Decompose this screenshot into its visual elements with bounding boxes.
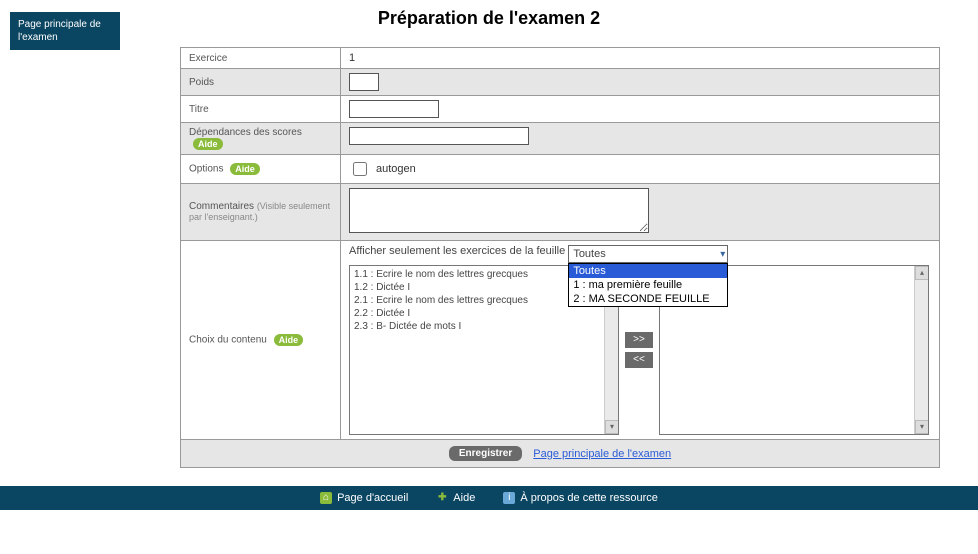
nav-main-page-button[interactable]: Page principale de l'examen	[10, 12, 120, 50]
scroll-up-icon[interactable]: ▴	[915, 266, 929, 280]
filter-label: Afficher seulement les exercices de la f…	[349, 245, 565, 257]
filter-selected-value: Toutes	[573, 248, 605, 260]
save-button[interactable]: Enregistrer	[449, 446, 522, 461]
footer-home-label: Page d'accueil	[337, 492, 408, 504]
home-icon: ⌂	[320, 492, 332, 504]
label-exercice: Exercice	[181, 48, 341, 69]
autogen-checkbox[interactable]	[353, 162, 367, 176]
footer-help-link[interactable]: ✚ Aide	[436, 492, 475, 504]
commentaires-textarea[interactable]	[349, 188, 649, 233]
scroll-down-icon[interactable]: ▾	[605, 420, 619, 434]
label-options: Options	[189, 164, 223, 175]
footer-about-link[interactable]: i À propos de cette ressource	[503, 492, 658, 504]
help-badge-options[interactable]: Aide	[230, 163, 260, 175]
label-titre: Titre	[181, 96, 341, 123]
footer-bar: ⌂ Page d'accueil ✚ Aide i À propos de ce…	[0, 486, 978, 510]
titre-input[interactable]	[349, 100, 439, 118]
poids-input[interactable]	[349, 73, 379, 91]
help-badge-contenu[interactable]: Aide	[274, 334, 304, 346]
listbox-scrollbar[interactable]: ▴ ▾	[914, 266, 928, 434]
chevron-down-icon: ▾	[720, 249, 725, 260]
footer-home-link[interactable]: ⌂ Page d'accueil	[320, 492, 408, 504]
scroll-down-icon[interactable]: ▾	[915, 420, 929, 434]
footer-about-label: À propos de cette ressource	[520, 492, 658, 504]
autogen-label: autogen	[376, 163, 416, 175]
filter-option[interactable]: 1 : ma première feuille	[569, 278, 727, 292]
label-poids: Poids	[181, 69, 341, 96]
move-left-button[interactable]: <<	[625, 352, 653, 368]
help-icon: ✚	[436, 492, 448, 504]
label-commentaires: Commentaires	[189, 201, 254, 212]
filter-select[interactable]: Toutes ▾	[568, 245, 728, 263]
filter-option[interactable]: 2 : MA SECONDE FEUILLE	[569, 292, 727, 306]
list-item[interactable]: 2.3 : B- Dictée de mots I	[354, 320, 614, 333]
value-exercice: 1	[341, 48, 940, 69]
dependances-input[interactable]	[349, 127, 529, 145]
help-badge-deps[interactable]: Aide	[193, 138, 223, 150]
list-item[interactable]: 2.2 : Dictée I	[354, 307, 614, 320]
bottom-action-bar: Enregistrer Page principale de l'examen	[180, 440, 940, 468]
move-right-button[interactable]: >>	[625, 332, 653, 348]
footer-help-label: Aide	[453, 492, 475, 504]
exam-form-table: Exercice 1 Poids Titre Dépendances des s…	[180, 47, 940, 440]
label-choix-contenu: Choix du contenu	[189, 335, 267, 346]
page-title: Préparation de l'examen 2	[0, 8, 978, 29]
filter-dropdown: Toutes 1 : ma première feuille 2 : MA SE…	[568, 263, 728, 307]
info-icon: i	[503, 492, 515, 504]
filter-option[interactable]: Toutes	[569, 264, 727, 278]
back-to-main-link[interactable]: Page principale de l'examen	[533, 448, 671, 460]
label-dependances: Dépendances des scores	[189, 127, 302, 138]
